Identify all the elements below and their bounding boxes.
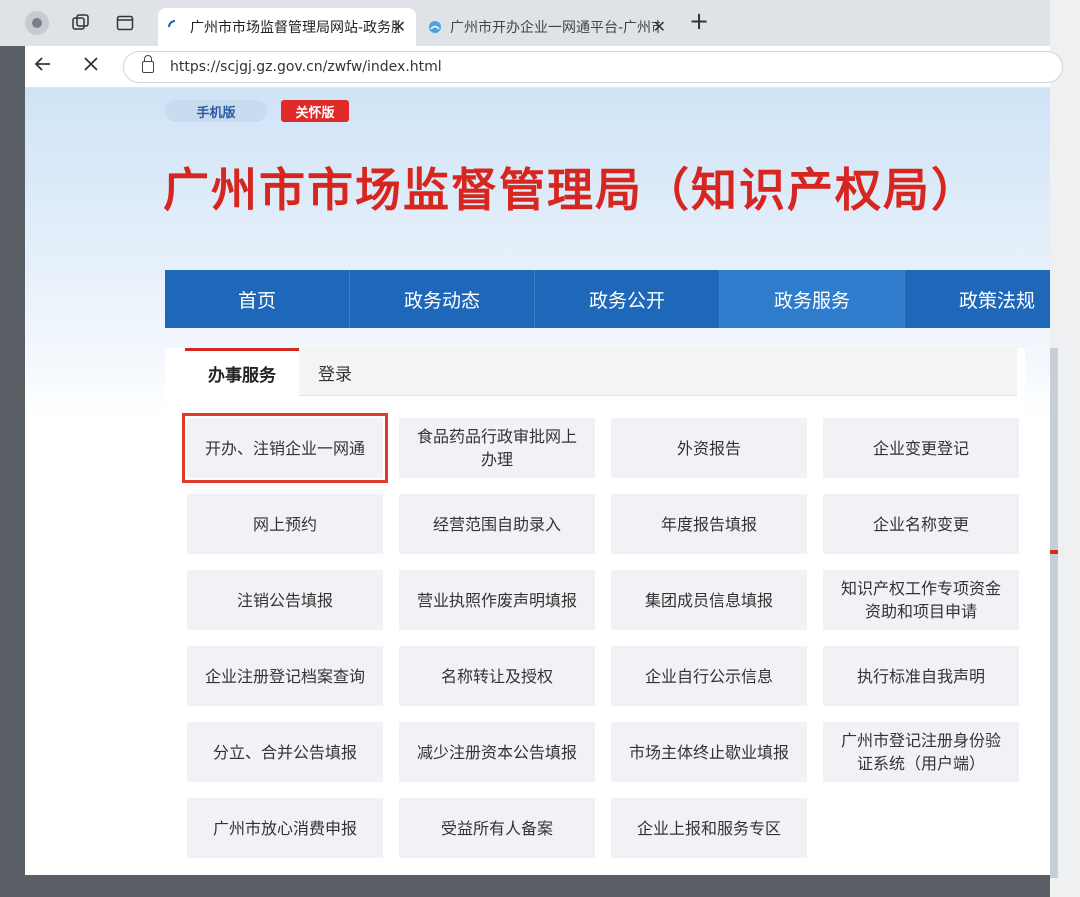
service-item[interactable]: 受益所有人备案	[399, 798, 595, 858]
service-item[interactable]: 年度报告填报	[611, 494, 807, 554]
tab-title: 广州市市场监督管理局网站-政务服务	[190, 20, 400, 36]
service-item[interactable]: 食品药品行政审批网上办理	[399, 418, 595, 478]
loading-spinner-icon	[168, 20, 176, 28]
vertical-tabs-icon[interactable]	[112, 10, 138, 36]
web-page: 手机版 关怀版 广州市市场监督管理局（知识产权局） 首页 政务动态 政务公开 政…	[25, 88, 1050, 875]
back-arrow-icon[interactable]	[33, 54, 53, 80]
url-text: https://scjgj.gz.gov.cn/zwfw/index.html	[170, 59, 442, 75]
profile-avatar-icon[interactable]	[24, 10, 50, 36]
main-navigation: 首页 政务动态 政务公开 政务服务 政策法规	[165, 270, 1050, 328]
service-item[interactable]: 经营范围自助录入	[399, 494, 595, 554]
service-item[interactable]: 开办、注销企业一网通	[182, 413, 388, 483]
mobile-version-link[interactable]: 手机版	[165, 100, 267, 122]
service-item[interactable]: 市场主体终止歇业填报	[611, 722, 807, 782]
service-item[interactable]: 企业名称变更	[823, 494, 1019, 554]
screenshot-frame-bottom	[0, 875, 1080, 897]
service-item[interactable]: 注销公告填报	[187, 570, 383, 630]
service-item[interactable]: 网上预约	[187, 494, 383, 554]
site-title: 广州市市场监督管理局（知识产权局）	[163, 163, 979, 217]
service-item[interactable]: 企业上报和服务专区	[611, 798, 807, 858]
care-version-link[interactable]: 关怀版	[281, 100, 349, 122]
services-tabs: 办事服务 登录	[185, 348, 1017, 396]
side-strip-accent	[1050, 550, 1058, 554]
service-item[interactable]: 营业执照作废声明填报	[399, 570, 595, 630]
service-item[interactable]: 广州市登记注册身份验证系统（用户端）	[823, 722, 1019, 782]
screenshot-frame-left	[0, 0, 25, 897]
service-item[interactable]: 企业注册登记档案查询	[187, 646, 383, 706]
nav-item-news[interactable]: 政务动态	[350, 270, 535, 328]
new-tab-button[interactable]: +	[686, 7, 712, 35]
nav-item-services[interactable]: 政务服务	[720, 270, 905, 328]
browser-tab-bar: 广州市市场监督管理局网站-政务服务 ✕ 广州市开办企业一网通平台-广州市 ✕ +	[0, 0, 1050, 46]
service-item[interactable]: 企业自行公示信息	[611, 646, 807, 706]
nav-item-home[interactable]: 首页	[165, 270, 350, 328]
stop-loading-icon[interactable]	[81, 54, 101, 80]
tab-title: 广州市开办企业一网通平台-广州市	[450, 20, 660, 36]
service-item[interactable]: 企业变更登记	[823, 418, 1019, 478]
tab-close-icon[interactable]: ✕	[653, 17, 666, 36]
service-item[interactable]: 广州市放心消费申报	[187, 798, 383, 858]
workspaces-icon[interactable]	[68, 10, 94, 36]
tab-inactive[interactable]: 广州市开办企业一网通平台-广州市 ✕	[418, 8, 676, 46]
tab-close-icon[interactable]: ✕	[393, 17, 406, 36]
lock-icon	[142, 55, 154, 73]
services-panel: 办事服务 登录 开办、注销企业一网通 食品药品行政审批网上办理 外资报告 企业变…	[165, 348, 1025, 875]
site-favicon-icon	[429, 21, 441, 33]
service-item[interactable]: 名称转让及授权	[399, 646, 595, 706]
service-item[interactable]: 知识产权工作专项资金资助和项目申请	[823, 570, 1019, 630]
service-item[interactable]: 集团成员信息填报	[611, 570, 807, 630]
service-item[interactable]: 外资报告	[611, 418, 807, 478]
service-item[interactable]: 减少注册资本公告填报	[399, 722, 595, 782]
nav-item-policy[interactable]: 政策法规	[905, 270, 1050, 328]
url-field[interactable]: https://scjgj.gz.gov.cn/zwfw/index.html	[123, 51, 1063, 83]
address-bar: https://scjgj.gz.gov.cn/zwfw/index.html	[25, 46, 1063, 88]
service-item[interactable]: 分立、合并公告填报	[187, 722, 383, 782]
page-right-edge	[1050, 0, 1080, 897]
tab-login[interactable]: 登录	[318, 348, 352, 396]
side-strip	[1050, 348, 1058, 878]
tab-services[interactable]: 办事服务	[185, 348, 299, 396]
tab-active[interactable]: 广州市市场监督管理局网站-政务服务 ✕	[158, 8, 416, 46]
services-grid: 开办、注销企业一网通 食品药品行政审批网上办理 外资报告 企业变更登记 网上预约…	[182, 413, 1019, 858]
nav-item-disclosure[interactable]: 政务公开	[535, 270, 720, 328]
service-item[interactable]: 执行标准自我声明	[823, 646, 1019, 706]
